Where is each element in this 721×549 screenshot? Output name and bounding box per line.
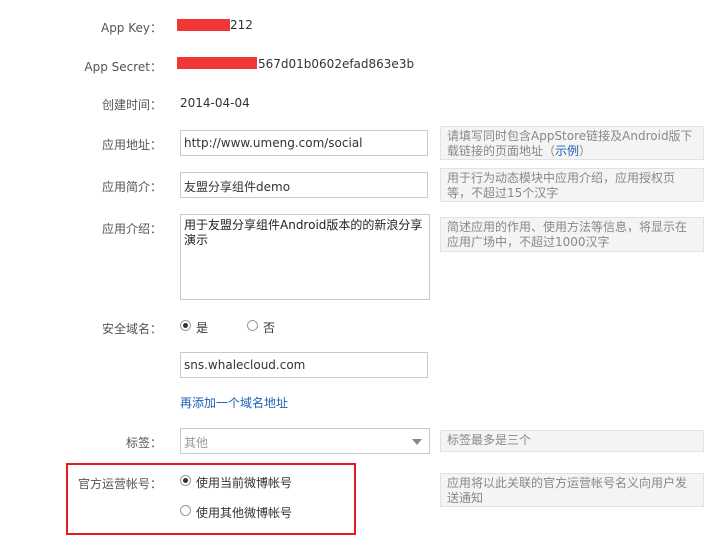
domain-input[interactable]: sns.whalecloud.com	[180, 352, 428, 378]
created-value: 2014-04-04	[180, 96, 250, 110]
app-intro-textarea[interactable]: 用于友盟分享组件Android版本的的新浪分享演示	[180, 214, 430, 300]
tags-hint: 标签最多是三个	[440, 430, 704, 452]
example-link[interactable]: 示例	[555, 144, 579, 158]
secure-domain-yes-radio[interactable]	[180, 320, 191, 331]
secure-domain-no-radio[interactable]	[247, 320, 258, 331]
app-brief-label: 应用简介：	[101, 180, 162, 194]
app-intro-hint: 简述应用的作用、使用方法等信息，将显示在应用广场中，不超过1000汉字	[440, 217, 704, 252]
created-label: 创建时间：	[101, 98, 162, 112]
app-url-hint-end: ）	[579, 144, 592, 158]
official-account-current-radio[interactable]	[180, 475, 191, 486]
app-secret-value: 567d01b0602efad863e3b	[258, 57, 415, 71]
tags-select[interactable]: 其他	[180, 428, 430, 454]
add-domain-link[interactable]: 再添加一个域名地址	[180, 394, 288, 411]
app-url-hint: 请填写同时包含AppStore链接及Android版下载链接的页面地址（示例）	[440, 126, 704, 160]
app-url-label: 应用地址：	[101, 138, 162, 152]
secure-domain-label: 安全域名：	[101, 322, 162, 336]
app-intro-label: 应用介绍：	[101, 222, 162, 236]
app-brief-input[interactable]: 友盟分享组件demo	[180, 172, 428, 198]
official-account-other-label[interactable]: 使用其他微博帐号	[196, 504, 292, 521]
chevron-down-icon	[412, 439, 422, 445]
app-key-redaction	[177, 19, 230, 31]
secure-domain-yes-label[interactable]: 是	[196, 319, 208, 336]
official-account-current-label[interactable]: 使用当前微博帐号	[196, 474, 292, 491]
secure-domain-no-label[interactable]: 否	[263, 319, 275, 336]
tags-selected-value: 其他	[184, 436, 209, 450]
official-account-other-radio[interactable]	[180, 505, 191, 516]
tags-label: 标签：	[125, 436, 162, 450]
app-url-input[interactable]: http://www.umeng.com/social	[180, 130, 428, 156]
official-account-hint: 应用将以此关联的官方运营帐号名义向用户发送通知	[440, 473, 704, 507]
app-secret-label: App Secret：	[84, 60, 162, 74]
app-brief-hint: 用于行为动态模块中应用介绍，应用授权页等，不超过15个汉字	[440, 168, 704, 202]
app-key-label: App Key：	[100, 21, 162, 35]
app-secret-redaction	[177, 57, 257, 69]
official-account-label: 官方运营帐号：	[77, 477, 162, 491]
app-key-value: 212	[230, 18, 253, 32]
